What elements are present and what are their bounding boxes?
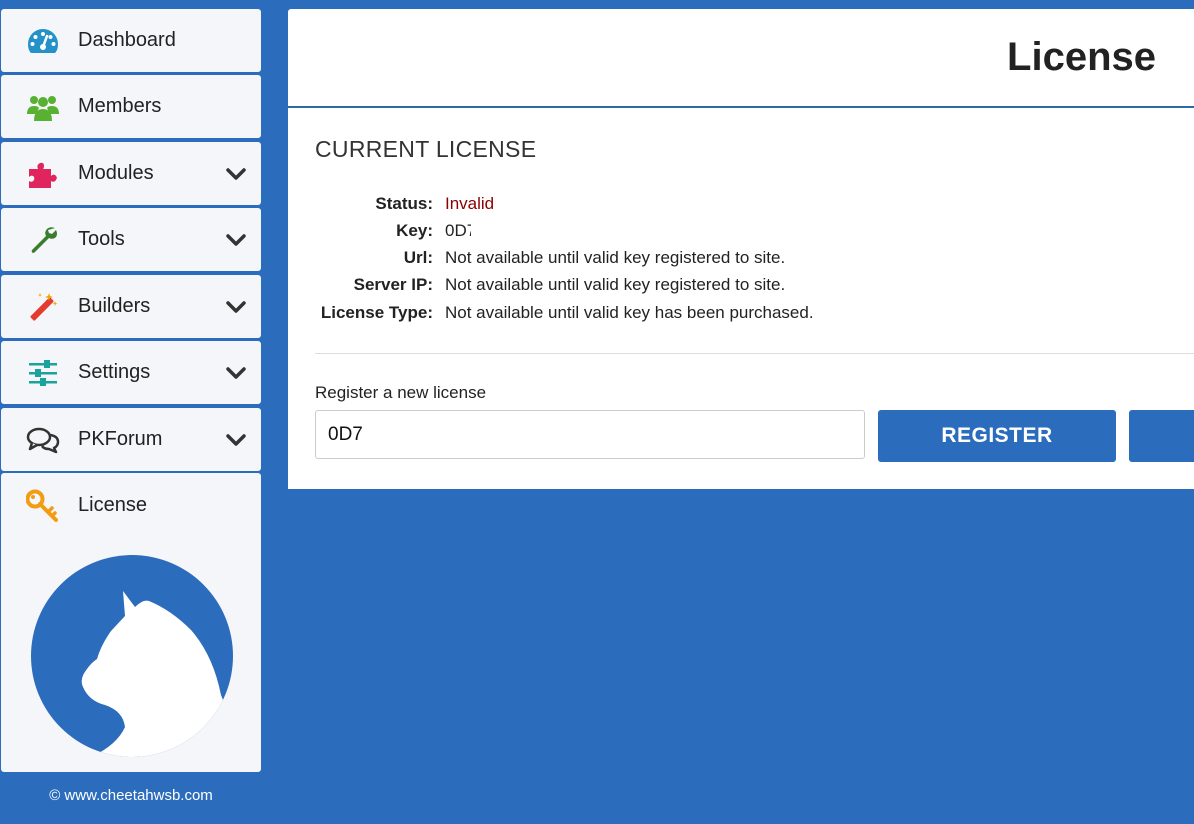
license-status-row: Status: Invalid <box>288 194 1188 216</box>
chevron-down-icon[interactable] <box>225 229 247 251</box>
cheetah-logo <box>31 555 233 757</box>
license-url-row: Url: Not available until valid key regis… <box>288 248 1188 270</box>
register-label: Register a new license <box>315 383 487 402</box>
register-button[interactable]: REGISTER <box>878 410 1116 462</box>
sidebar-item-members[interactable]: Members <box>1 75 261 138</box>
sliders-icon <box>26 356 60 390</box>
secondary-action-button[interactable] <box>1129 410 1194 462</box>
sidebar-item-label: PKForum <box>78 428 163 450</box>
server-ip-key: Server IP: <box>353 275 433 294</box>
redaction-mask <box>368 426 428 444</box>
sidebar-item-license[interactable]: License <box>1 473 261 772</box>
license-key-row: Key: 0D7 <box>288 219 1188 245</box>
sidebar-item-label: Members <box>78 95 162 117</box>
chevron-down-icon[interactable] <box>225 362 247 384</box>
dashboard-gauge-icon <box>26 24 60 58</box>
status-key: Status: <box>375 194 433 213</box>
sidebar-item-label: Builders <box>78 295 151 317</box>
chevron-down-icon[interactable] <box>225 429 247 451</box>
license-type-value: Not available until valid key has been p… <box>445 303 814 322</box>
wrench-icon <box>26 223 60 257</box>
server-ip-value: Not available until valid key registered… <box>445 275 786 294</box>
sidebar-item-label: Settings <box>78 361 151 383</box>
sidebar-item-label: Tools <box>78 228 125 250</box>
comments-icon <box>26 423 60 457</box>
sidebar-item-label: Modules <box>78 162 154 184</box>
key-key: Key: <box>396 221 433 240</box>
url-value: Not available until valid key registered… <box>445 248 786 267</box>
license-server-ip-row: Server IP: Not available until valid key… <box>288 275 1188 297</box>
magic-wand-icon <box>26 290 60 324</box>
members-group-icon <box>26 90 60 124</box>
chevron-down-icon[interactable] <box>225 296 247 318</box>
sidebar-item-builders[interactable]: Builders <box>1 275 261 338</box>
sidebar-item-dashboard[interactable]: Dashboard <box>1 9 261 72</box>
chevron-down-icon[interactable] <box>225 163 247 185</box>
page-header: License <box>288 9 1194 107</box>
license-type-row: License Type: Not available until valid … <box>288 303 1188 325</box>
key-icon <box>25 489 60 523</box>
sidebar-item-tools[interactable]: Tools <box>1 208 261 271</box>
sidebar-item-settings[interactable]: Settings <box>1 341 261 404</box>
page-title: License <box>1007 35 1156 79</box>
sidebar-item-label: License <box>78 494 147 516</box>
license-panel: CURRENT LICENSE Status: Invalid Key: 0D7… <box>288 108 1194 489</box>
url-key: Url: <box>403 248 433 267</box>
status-value: Invalid <box>445 194 495 213</box>
redaction-mask <box>471 219 641 245</box>
sidebar-item-label: Dashboard <box>78 29 176 51</box>
sidebar-item-modules[interactable]: Modules <box>1 142 261 205</box>
divider <box>315 353 1194 354</box>
footer-copyright: © www.cheetahwsb.com <box>49 787 213 804</box>
license-type-key: License Type: <box>320 303 433 322</box>
sidebar-item-pkforum[interactable]: PKForum <box>1 408 261 471</box>
puzzle-piece-icon <box>26 157 60 191</box>
section-title: CURRENT LICENSE <box>315 136 537 162</box>
